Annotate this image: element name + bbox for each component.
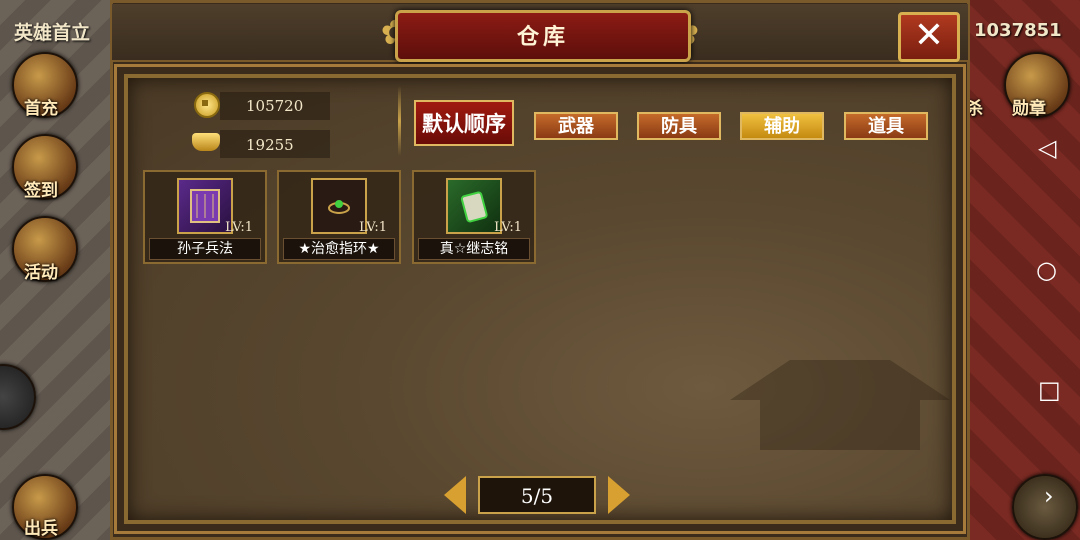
ingot-value: 19255 (246, 136, 294, 154)
item-slot[interactable]: LV:1 孙子兵法 (143, 170, 267, 264)
tab-props[interactable]: 道具 (844, 112, 928, 140)
item-level: LV:1 (225, 220, 253, 235)
home-nav-icon[interactable]: ○ (1036, 256, 1057, 284)
item-level: LV:1 (494, 220, 522, 235)
dialog-title: 仓库 (516, 25, 569, 50)
tab-auxiliary[interactable]: 辅助 (740, 112, 824, 140)
coin-value: 105720 (246, 97, 304, 115)
next-page-arrow-icon[interactable] (608, 476, 630, 514)
pavilion-silhouette-icon (730, 360, 950, 450)
close-button[interactable]: ✕ (898, 12, 960, 62)
coin-icon (194, 92, 220, 118)
item-name: ★治愈指环★ (283, 238, 395, 260)
dispatch-label: 出兵 (24, 519, 58, 539)
medal-label: 勋章 (1012, 99, 1046, 119)
sign-in-label: 签到 (24, 181, 58, 201)
item-level: LV:1 (359, 220, 387, 235)
title-plate: 仓库 (395, 10, 691, 62)
item-slot[interactable]: LV:1 ★治愈指环★ (277, 170, 401, 264)
activity-label: 活动 (24, 263, 58, 283)
prev-page-arrow-icon[interactable] (444, 476, 466, 514)
top-right-score: 1037851 (974, 20, 1062, 41)
back-nav-icon[interactable]: ◁ (1038, 134, 1056, 162)
default-sort-button[interactable]: 默认顺序 (414, 100, 514, 146)
divider (398, 86, 401, 156)
page-indicator: 5/5 (478, 476, 596, 514)
chevron-right-icon[interactable]: › (1044, 482, 1054, 510)
tab-weapons[interactable]: 武器 (534, 112, 618, 140)
item-name: 真☆继志铭 (418, 238, 530, 260)
item-slot[interactable]: LV:1 真☆继志铭 (412, 170, 536, 264)
recents-nav-icon[interactable]: □ (1038, 376, 1061, 404)
tab-armor[interactable]: 防具 (637, 112, 721, 140)
top-left-banner-text: 英雄首立 (14, 22, 91, 44)
item-name: 孙子兵法 (149, 238, 261, 260)
first-recharge-label: 首充 (24, 99, 58, 119)
gold-ingot-icon (192, 133, 220, 151)
